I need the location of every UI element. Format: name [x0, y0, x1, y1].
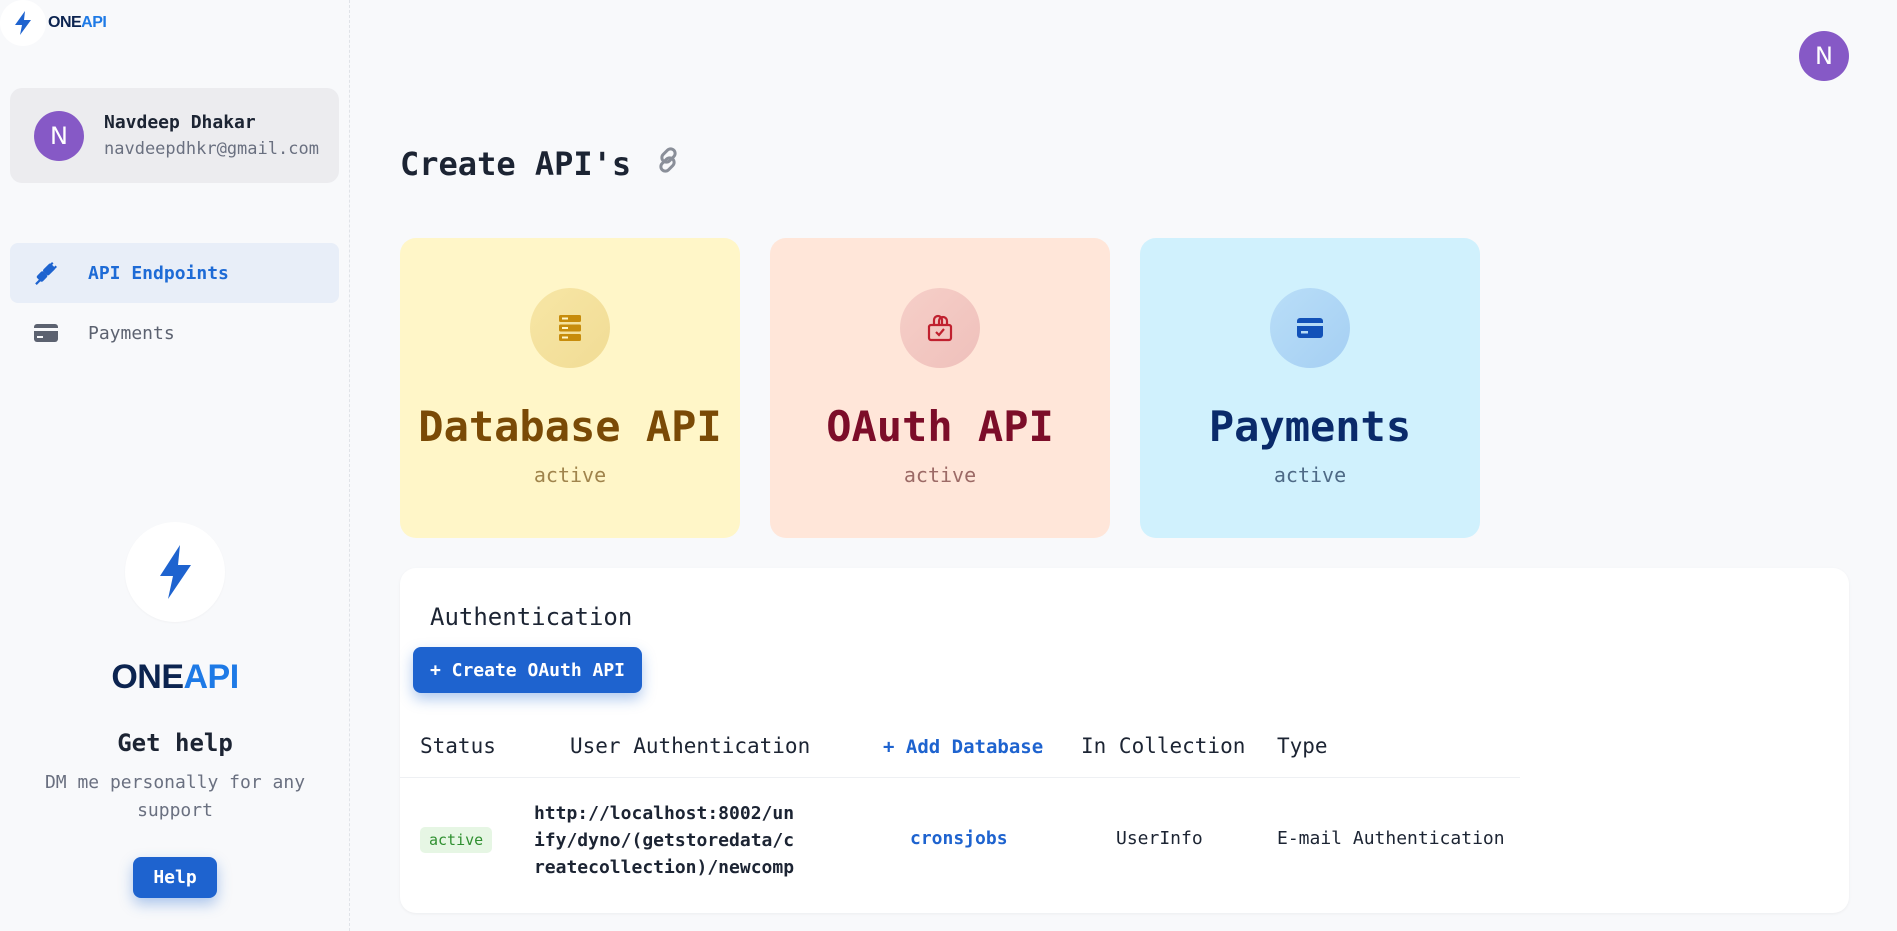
page-title-text: Create API's — [400, 145, 632, 183]
card-title: Payments — [1208, 402, 1412, 451]
credit-card-icon — [1270, 288, 1350, 368]
lock-icon — [900, 288, 980, 368]
user-info: Navdeep Dhakar navdeepdhkr@gmail.com — [104, 112, 319, 159]
column-header-type: Type — [1277, 734, 1328, 758]
user-profile-card[interactable]: N Navdeep Dhakar navdeepdhkr@gmail.com — [10, 88, 339, 183]
section-title: Authentication — [430, 603, 633, 631]
card-title: OAuth API — [826, 402, 1054, 451]
brand-logo[interactable]: ONEAPI — [0, 0, 120, 46]
type-cell: E-mail Authentication — [1277, 828, 1505, 849]
auth-table: Status User Authentication + Add Databas… — [400, 718, 1520, 903]
link-icon — [653, 145, 683, 183]
page-title: Create API's — [400, 145, 683, 183]
sidebar-item-label: API Endpoints — [88, 262, 229, 284]
authentication-panel: Authentication + Create OAuth API Status… — [400, 568, 1849, 913]
sidebar-item-api-endpoints[interactable]: API Endpoints — [10, 243, 339, 303]
help-box: ONEAPI Get help DM me personally for any… — [0, 522, 350, 898]
sidebar: ONEAPI N Navdeep Dhakar navdeepdhkr@gmai… — [0, 0, 350, 931]
api-cards: Database API active OAuth API active Pay… — [400, 238, 1480, 538]
bolt-icon — [0, 0, 46, 46]
column-header-in-collection: In Collection — [1081, 734, 1246, 758]
sidebar-nav: API Endpoints Payments — [10, 243, 339, 363]
oauth-api-card[interactable]: OAuth API active — [770, 238, 1110, 538]
database-icon — [530, 288, 610, 368]
payments-card[interactable]: Payments active — [1140, 238, 1480, 538]
help-wordmark: ONEAPI — [111, 658, 239, 696]
create-oauth-api-button[interactable]: + Create OAuth API — [413, 647, 642, 693]
collection-cell: UserInfo — [1116, 828, 1203, 849]
database-link[interactable]: cronsjobs — [910, 828, 1008, 849]
endpoint-url: http://localhost:8002/unify/dyno/(getsto… — [533, 803, 795, 878]
sidebar-item-label: Payments — [88, 322, 175, 344]
table-header: Status User Authentication + Add Databas… — [400, 718, 1520, 778]
user-name: Navdeep Dhakar — [104, 112, 256, 133]
help-button[interactable]: Help — [133, 857, 217, 898]
add-database-button[interactable]: + Add Database — [883, 736, 1043, 758]
card-status: active — [533, 463, 607, 487]
sidebar-item-payments[interactable]: Payments — [10, 303, 339, 363]
column-header-status: Status — [420, 734, 496, 758]
database-api-card[interactable]: Database API active — [400, 238, 740, 538]
card-title: Database API — [418, 402, 722, 451]
plug-icon — [32, 259, 60, 287]
credit-card-icon — [32, 319, 60, 347]
help-title: Get help — [117, 729, 233, 757]
brand-wordmark: ONEAPI — [48, 14, 107, 31]
column-header-user-authentication: User Authentication — [570, 734, 811, 758]
bolt-icon — [125, 522, 225, 622]
user-email: navdeepdhkr@gmail.com — [104, 139, 319, 159]
status-badge: active — [420, 827, 493, 853]
card-status: active — [1273, 463, 1347, 487]
avatar[interactable]: N — [1799, 31, 1849, 81]
avatar: N — [34, 110, 84, 161]
table-row: active http://localhost:8002/unify/dyno/… — [400, 778, 1520, 903]
card-status: active — [903, 463, 977, 487]
help-text: DM me personally for any support — [44, 772, 306, 821]
